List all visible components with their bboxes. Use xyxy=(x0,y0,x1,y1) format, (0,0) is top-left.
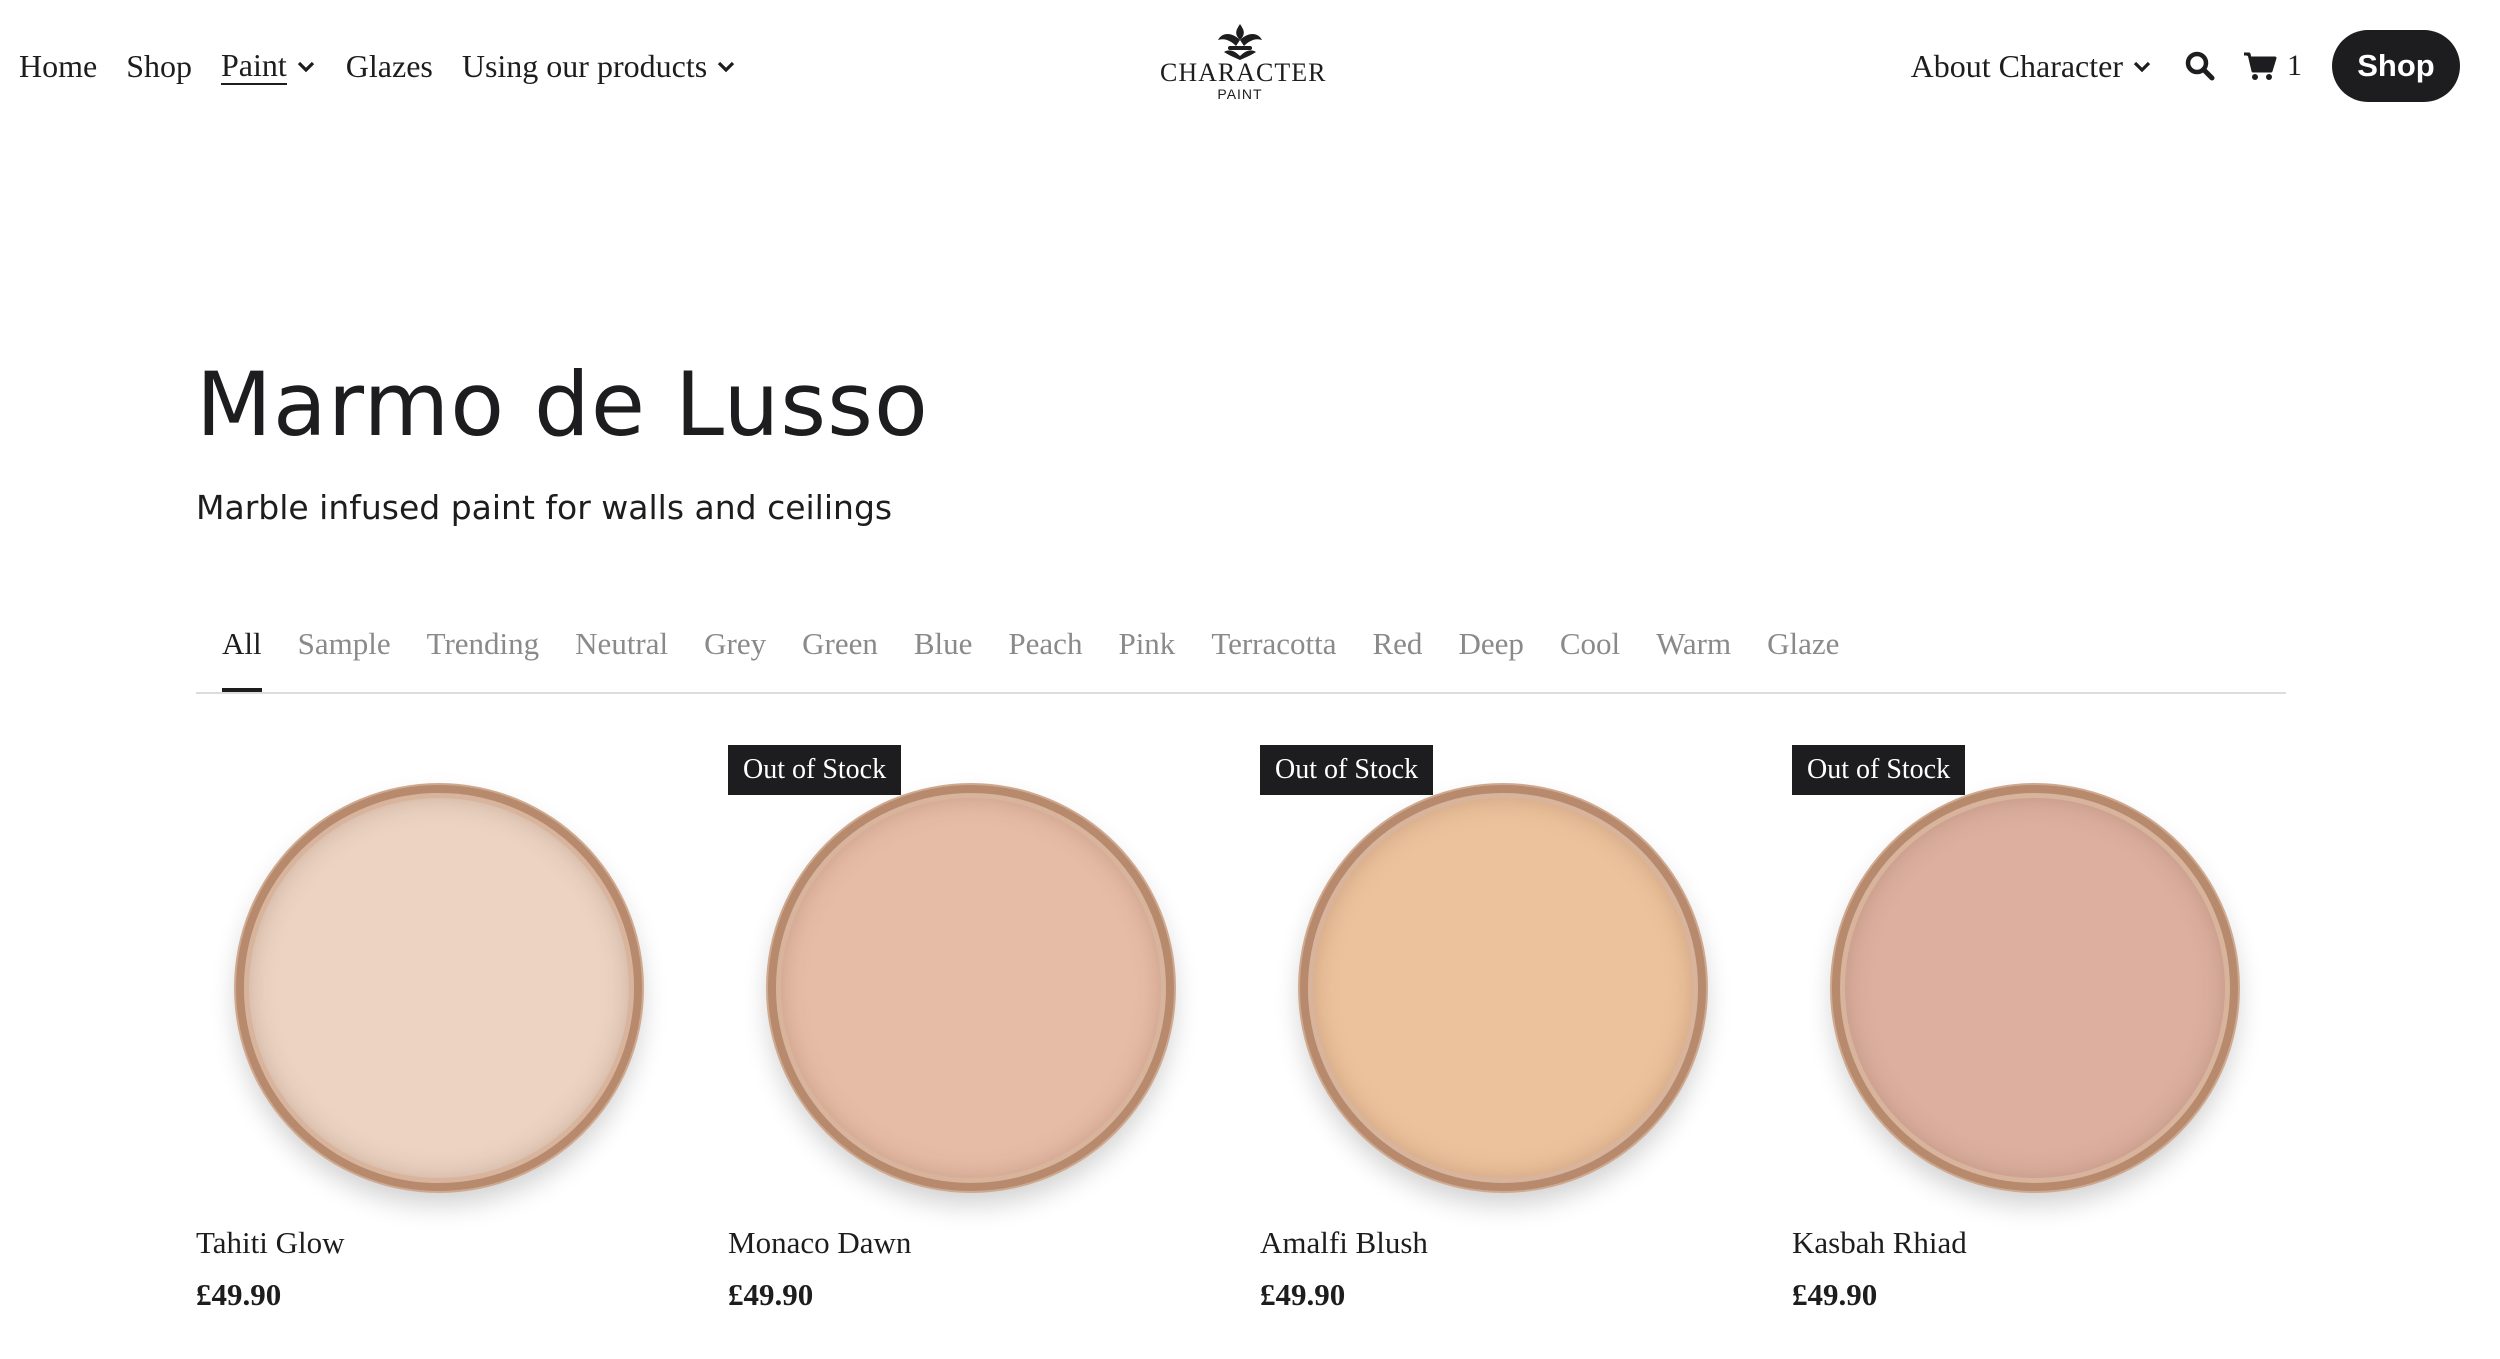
nav-shop-label: Shop xyxy=(126,48,192,84)
shop-button[interactable]: Shop xyxy=(2332,30,2460,102)
filter-tab-green[interactable]: Green xyxy=(802,620,878,668)
nav-about-character[interactable]: About Character xyxy=(1911,48,2153,85)
filter-tab-terracotta[interactable]: Terracotta xyxy=(1211,620,1336,668)
product-price: £49.90 xyxy=(196,1277,282,1312)
product-price: £49.90 xyxy=(1792,1277,1878,1312)
product-name[interactable]: Monaco Dawn xyxy=(728,1223,1200,1263)
paint-tin-swatch xyxy=(768,785,1174,1191)
filter-tab-neutral[interactable]: Neutral xyxy=(575,620,668,668)
product-image[interactable]: Out of Stock xyxy=(728,745,1200,1217)
paint-tin-swatch xyxy=(1300,785,1706,1191)
cart-button[interactable]: 1 xyxy=(2243,49,2302,83)
nav-glazes[interactable]: Glazes xyxy=(346,44,433,88)
out-of-stock-badge: Out of Stock xyxy=(1792,745,1966,795)
product-name[interactable]: Kasbah Rhiad xyxy=(1792,1223,2264,1263)
filter-tab-red[interactable]: Red xyxy=(1373,620,1423,668)
product-name[interactable]: Tahiti Glow xyxy=(196,1223,668,1263)
nav-home[interactable]: Home xyxy=(19,44,97,88)
product-price: £49.90 xyxy=(728,1277,814,1312)
cart-icon xyxy=(2244,52,2277,80)
product-card[interactable]: Out of Stock Kasbah Rhiad £49.90 xyxy=(1792,745,2264,1315)
filter-tab-glaze[interactable]: Glaze xyxy=(1767,620,1839,668)
chevron-down-icon xyxy=(2133,61,2151,73)
product-card[interactable]: Out of Stock Amalfi Blush £49.90 xyxy=(1260,745,1732,1315)
search-icon xyxy=(2185,51,2215,81)
chevron-down-icon xyxy=(297,61,314,73)
filter-bar: All Sample Trending Neutral Grey Green B… xyxy=(196,620,2286,694)
product-name[interactable]: Amalfi Blush xyxy=(1260,1223,1732,1263)
nav-about-label: About Character xyxy=(1910,47,2123,84)
search-button[interactable] xyxy=(2185,51,2215,81)
filter-tab-sample[interactable]: Sample xyxy=(298,620,391,668)
nav-glazes-label: Glazes xyxy=(345,48,433,84)
nav-paint-label: Paint xyxy=(221,47,287,85)
product-grid: Tahiti Glow £49.90 Out of Stock Monaco D… xyxy=(196,745,2264,1315)
out-of-stock-badge: Out of Stock xyxy=(1260,745,1434,795)
product-image[interactable]: Out of Stock xyxy=(1792,745,2264,1217)
filter-tab-pink[interactable]: Pink xyxy=(1118,620,1175,668)
filter-tab-cool[interactable]: Cool xyxy=(1560,620,1620,668)
nav-shop[interactable]: Shop xyxy=(126,44,192,88)
filter-tab-blue[interactable]: Blue xyxy=(914,620,973,668)
cart-count: 1 xyxy=(2287,49,2302,82)
nav-home-label: Home xyxy=(19,48,98,84)
nav-using-products-label: Using our products xyxy=(461,48,708,84)
nav-using-products[interactable]: Using our products xyxy=(462,44,737,88)
nav-paint[interactable]: Paint xyxy=(221,47,317,85)
product-card[interactable]: Tahiti Glow £49.90 xyxy=(196,745,668,1315)
page-subtitle: Marble infused paint for walls and ceili… xyxy=(196,488,893,527)
product-price: £49.90 xyxy=(1260,1277,1346,1312)
primary-nav: Home Shop Paint Glazes Using our product… xyxy=(19,44,737,88)
filter-tabs: All Sample Trending Neutral Grey Green B… xyxy=(222,620,1839,692)
filter-tab-deep[interactable]: Deep xyxy=(1458,620,1523,668)
out-of-stock-badge: Out of Stock xyxy=(728,745,902,795)
product-card[interactable]: Out of Stock Monaco Dawn £49.90 xyxy=(728,745,1200,1315)
utility-nav: About Character 1 Shop xyxy=(1911,30,2460,102)
paint-tin-swatch xyxy=(236,785,642,1191)
product-image[interactable] xyxy=(196,745,668,1217)
paint-tin-swatch xyxy=(1832,785,2238,1191)
site-header: Home Shop Paint Glazes Using our product… xyxy=(0,0,2500,134)
site-logo[interactable]: CHARACTER PAINT xyxy=(1160,22,1327,114)
logo-subtext: PAINT xyxy=(1217,86,1263,102)
chevron-down-icon xyxy=(718,61,735,73)
filter-tab-peach[interactable]: Peach xyxy=(1008,620,1082,668)
page-title: Marmo de Lusso xyxy=(196,353,929,456)
filter-tab-all[interactable]: All xyxy=(222,620,262,692)
product-image[interactable]: Out of Stock xyxy=(1260,745,1732,1217)
filter-tab-trending[interactable]: Trending xyxy=(427,620,540,668)
filter-tab-warm[interactable]: Warm xyxy=(1656,620,1731,668)
fleur-ornament-icon xyxy=(1218,24,1262,60)
filter-tab-grey[interactable]: Grey xyxy=(704,620,766,668)
logo-wordmark: CHARACTER xyxy=(1160,58,1327,87)
